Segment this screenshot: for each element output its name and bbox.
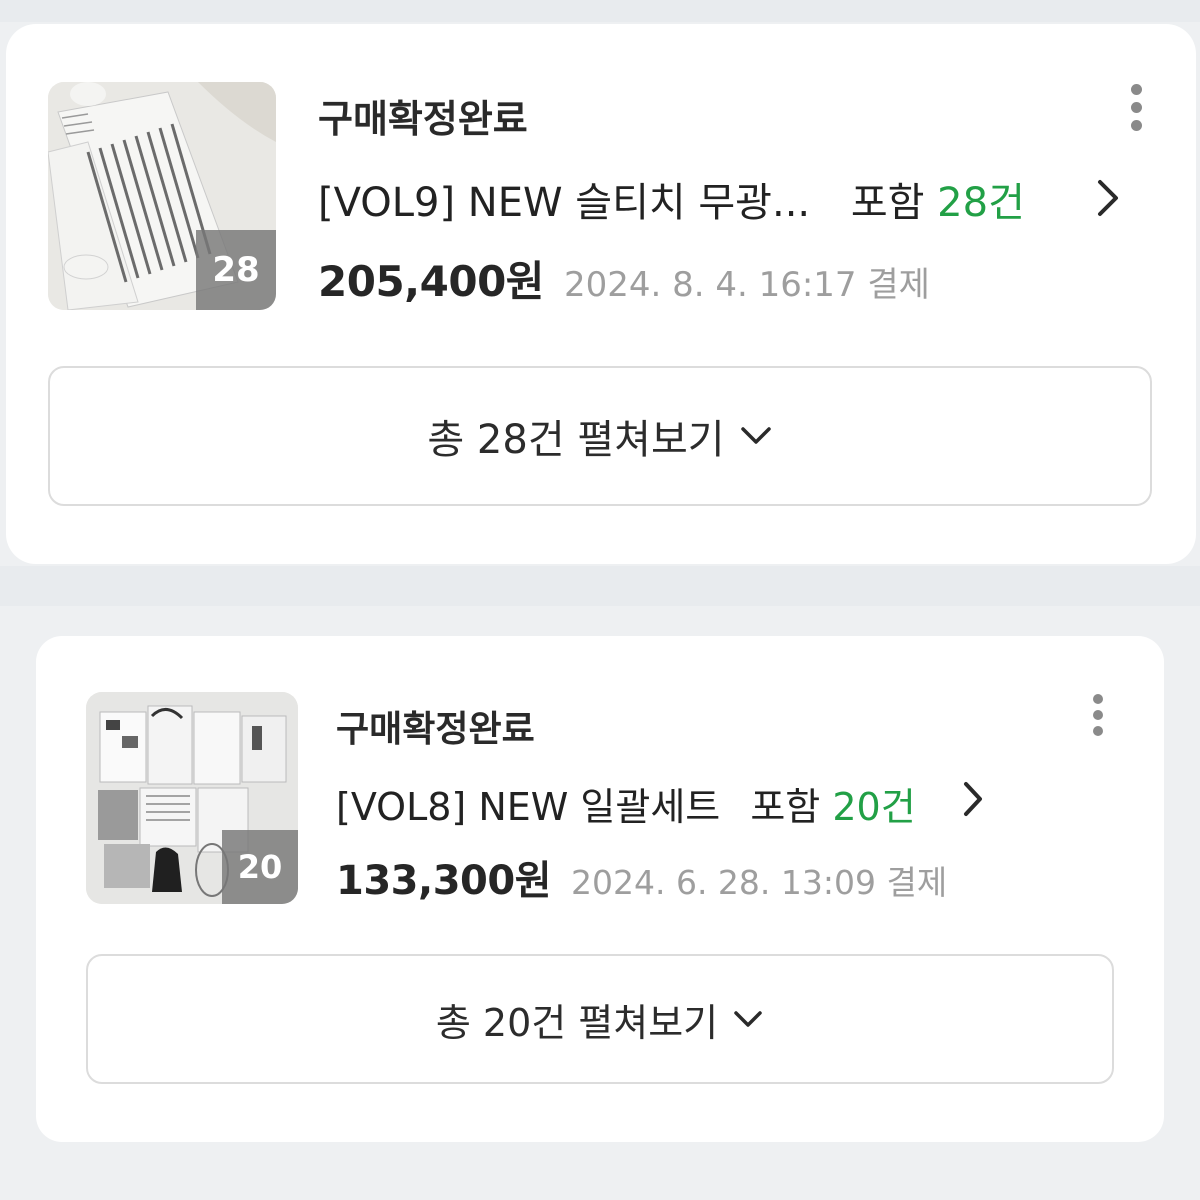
order-title-row[interactable]: [VOL9] NEW 슬티치 무광... 포함 28건	[318, 170, 1025, 228]
expand-items-button[interactable]: 총 28건 펼쳐보기	[48, 366, 1152, 506]
product-thumbnail[interactable]: 20	[86, 692, 298, 904]
item-count-badge: 20	[222, 830, 298, 904]
expand-button-label: 총 20건 펼쳐보기	[435, 1000, 719, 1045]
item-count-label: 20건	[832, 785, 916, 829]
chevron-right-icon[interactable]	[1092, 176, 1124, 220]
order-card: 28 구매확정완료 [VOL9] NEW 슬티치 무광... 포함 28건 20…	[6, 24, 1196, 564]
product-title: [VOL8] NEW 일괄세트	[336, 785, 721, 829]
order-status: 구매확정완료	[336, 709, 535, 750]
includes-label: 포함	[750, 785, 821, 829]
chevron-down-icon	[732, 1009, 764, 1029]
product-title: [VOL9] NEW 슬티치 무광...	[318, 180, 811, 226]
expand-items-button[interactable]: 총 20건 펼쳐보기	[86, 954, 1114, 1084]
includes-label: 포함	[850, 180, 925, 226]
chevron-right-icon[interactable]	[958, 778, 988, 820]
order-card: 20 구매확정완료 [VOL8] NEW 일괄세트 포함 20건 133,300…	[36, 636, 1164, 1142]
more-vertical-icon[interactable]	[1086, 694, 1110, 736]
more-vertical-icon[interactable]	[1124, 84, 1148, 131]
item-count-label: 28건	[937, 180, 1025, 226]
product-thumbnail[interactable]: 28	[48, 82, 276, 310]
order-price: 133,300원	[336, 858, 552, 904]
item-count-badge: 28	[196, 230, 276, 310]
payment-date: 2024. 8. 4. 16:17 결제	[563, 265, 930, 305]
order-status: 구매확정완료	[318, 97, 528, 141]
order-title-row[interactable]: [VOL8] NEW 일괄세트 포함 20건	[336, 776, 916, 831]
order-price: 205,400원	[318, 257, 544, 306]
section-divider-band	[0, 0, 1200, 22]
price-row: 133,300원 2024. 6. 28. 13:09 결제	[336, 848, 947, 906]
section-divider-band	[0, 566, 1200, 606]
expand-button-label: 총 28건 펼쳐보기	[427, 417, 725, 463]
chevron-down-icon	[739, 425, 773, 447]
payment-date: 2024. 6. 28. 13:09 결제	[571, 863, 948, 902]
price-row: 205,400원 2024. 8. 4. 16:17 결제	[318, 248, 930, 309]
